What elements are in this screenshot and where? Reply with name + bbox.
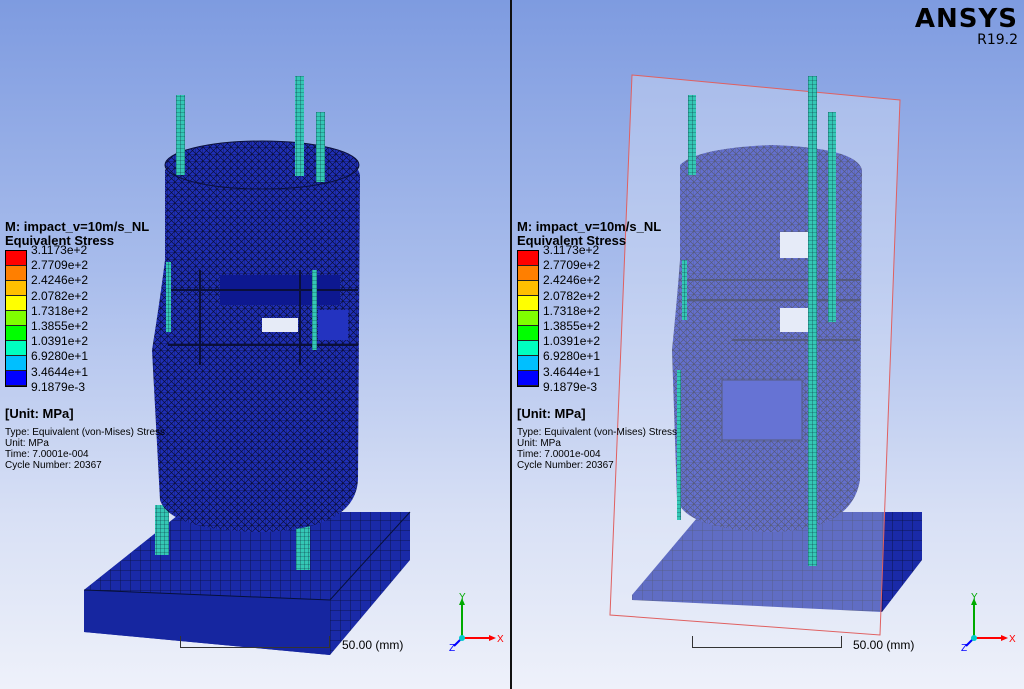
axis-z-label: Z [449,643,455,652]
result-info: Type: Equivalent (von-Mises) Stress Unit… [5,427,165,471]
legend-label: 2.4246e+2 [31,273,89,288]
axis-y-label: Y [971,592,978,603]
ansys-logo: ANSYS R19.2 [915,6,1018,48]
legend-label: 2.7709e+2 [543,258,601,273]
legend-label: 3.4644e+1 [31,364,89,379]
legend-label: 2.0782e+2 [543,288,601,303]
scale-bar [692,636,842,648]
info-type: Type: Equivalent (von-Mises) Stress [5,427,166,438]
legend-label: 1.3855e+2 [31,318,89,333]
axis-x-label: X [1009,634,1016,645]
axis-triad[interactable]: Y X Z [446,592,506,652]
legend-label: 6.9280e+1 [543,349,601,364]
legend-label: 2.7709e+2 [31,258,89,273]
info-type: Type: Equivalent (von-Mises) Stress [517,427,678,438]
legend-label: 1.7318e+2 [31,303,89,318]
legend-label: 1.3855e+2 [543,318,601,333]
info-unit: Unit: MPa [5,438,49,449]
stress-legend: M: impact_v=10m/s_NL Equivalent Stress 3… [517,220,677,471]
info-cycle: Cycle Number: 20367 [5,460,102,471]
info-cycle: Cycle Number: 20367 [517,460,614,471]
legend-label: 2.0782e+2 [31,288,89,303]
color-bar [5,250,27,387]
axis-z-label: Z [961,643,967,652]
unit-label: [Unit: MPa] [5,406,74,421]
left-viewport[interactable]: M: impact_v=10m/s_NL Equivalent Stress 3… [0,0,511,689]
legend-label: 2.4246e+2 [543,273,601,288]
result-title: M: impact_v=10m/s_NL [517,219,662,234]
axis-y-label: Y [459,592,466,603]
legend-label: 9.1879e-3 [543,379,598,394]
scale-label: 50.00 (mm) [342,638,404,652]
legend-label: 9.1879e-3 [31,379,86,394]
right-viewport[interactable]: M: impact_v=10m/s_NL Equivalent Stress 3… [512,0,1024,689]
unit-label: [Unit: MPa] [517,406,586,421]
legend-label: 1.7318e+2 [543,303,601,318]
legend-label: 3.4644e+1 [543,364,601,379]
legend-label: 3.1173e+2 [31,243,88,257]
result-info: Type: Equivalent (von-Mises) Stress Unit… [517,427,677,471]
legend-label: 6.9280e+1 [31,349,89,364]
axis-x-label: X [497,634,504,645]
info-unit: Unit: MPa [517,438,561,449]
info-time: Time: 7.0001e-004 [517,449,601,460]
color-bar [517,250,539,387]
legend-label: 3.1173e+2 [543,243,600,257]
brand-version: R19.2 [977,32,1018,48]
axis-triad[interactable]: Y X Z [958,592,1018,652]
scale-bar [180,636,330,648]
info-time: Time: 7.0001e-004 [5,449,89,460]
legend-label: 1.0391e+2 [31,334,89,349]
brand-name: ANSYS [914,4,1018,34]
result-title: M: impact_v=10m/s_NL [5,219,150,234]
base-slab [83,511,411,655]
cylinder-body [152,140,360,532]
stress-legend: M: impact_v=10m/s_NL Equivalent Stress 3… [5,220,165,471]
scale-label: 50.00 (mm) [853,638,915,652]
legend-label: 1.0391e+2 [543,334,601,349]
